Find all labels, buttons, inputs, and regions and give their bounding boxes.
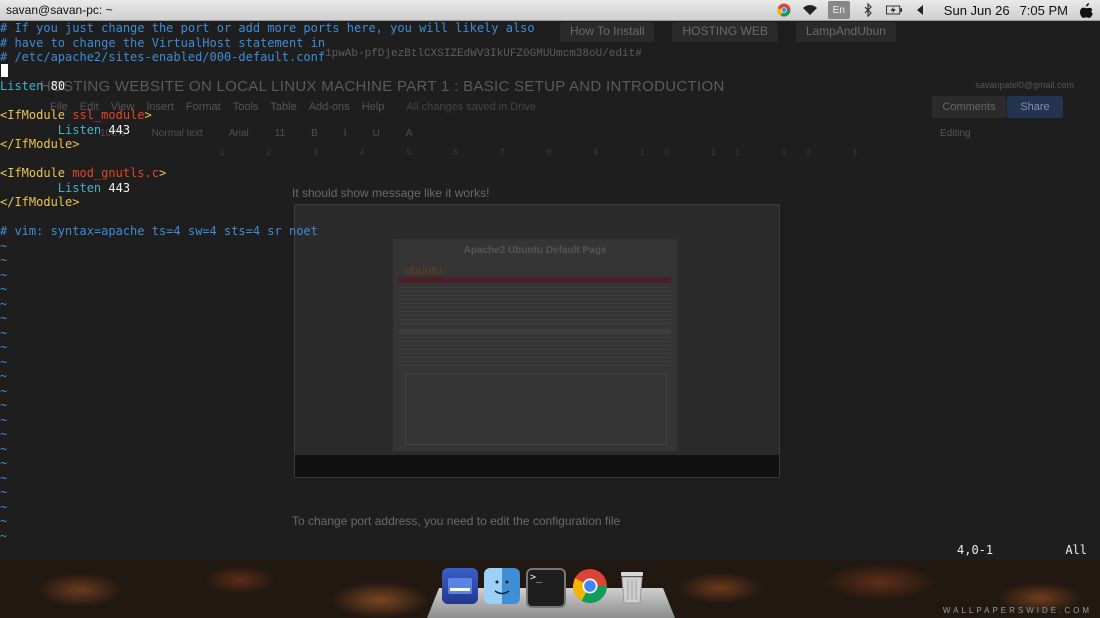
vim-line: # vim: syntax=apache ts=4 sw=4 sts=4 sr … bbox=[0, 224, 318, 239]
vim-line: <IfModule ssl_module> bbox=[0, 108, 152, 123]
empty-line-tilde: ~ bbox=[0, 499, 8, 514]
empty-line-tilde: ~ bbox=[0, 354, 8, 369]
files-icon[interactable] bbox=[442, 568, 478, 604]
empty-line-tilde: ~ bbox=[0, 456, 8, 470]
comment-text: # have to change the VirtualHost stateme… bbox=[0, 35, 326, 50]
cursor-position: 4,0-1 bbox=[957, 543, 994, 557]
port-value: 443 bbox=[108, 180, 131, 195]
wifi-icon[interactable] bbox=[802, 2, 818, 18]
empty-line-tilde: ~ bbox=[0, 470, 8, 485]
tag-close: > bbox=[144, 108, 152, 122]
window-title: savan@savan-pc: ~ bbox=[6, 3, 113, 17]
chrome-icon[interactable] bbox=[572, 568, 608, 604]
bluetooth-icon[interactable] bbox=[860, 2, 876, 18]
tag-close: > bbox=[158, 166, 167, 180]
vim-line: <IfModule mod_gnutls.c> bbox=[0, 166, 166, 181]
empty-line-tilde: ~ bbox=[0, 514, 8, 528]
finder-icon[interactable] bbox=[484, 568, 520, 604]
keyboard-language-indicator[interactable]: En bbox=[827, 1, 850, 19]
empty-line-tilde: ~ bbox=[0, 441, 8, 456]
empty-line-tilde: ~ bbox=[0, 325, 8, 340]
wallpaper-watermark: WALLPAPERSWIDE.COM bbox=[942, 606, 1092, 615]
vim-line: Listen 443 bbox=[0, 181, 130, 196]
empty-line-tilde: ~ bbox=[0, 412, 8, 427]
comment-text: # vim: syntax=apache ts=4 sw=4 sts=4 sr … bbox=[0, 224, 318, 238]
port-value: 80 bbox=[50, 79, 66, 93]
empty-line-tilde: ~ bbox=[0, 427, 8, 441]
empty-line-tilde: ~ bbox=[0, 296, 8, 311]
ifmodule-open-tag: <IfModule bbox=[0, 108, 66, 122]
vim-line: # /etc/apache2/sites-enabled/000-default… bbox=[0, 50, 325, 65]
dock: >_ bbox=[442, 568, 650, 608]
time-label[interactable]: 7:05 PM bbox=[1020, 3, 1068, 18]
vim-line: Listen 443 bbox=[0, 123, 130, 138]
terminal-icon[interactable]: >_ bbox=[526, 568, 566, 608]
port-value: 443 bbox=[108, 122, 131, 137]
volume-icon[interactable] bbox=[912, 2, 928, 18]
chrome-tray-icon[interactable] bbox=[776, 2, 792, 18]
system-tray: En Sun Jun 26 7:05 PM bbox=[776, 0, 1094, 20]
empty-line-tilde: ~ bbox=[0, 383, 8, 398]
listen-directive: Listen bbox=[0, 79, 44, 93]
module-name: mod_gnutls.c bbox=[72, 166, 159, 180]
empty-line-tilde: ~ bbox=[0, 267, 8, 282]
listen-directive: Listen bbox=[57, 180, 102, 195]
scroll-percent: All bbox=[1065, 543, 1087, 557]
vim-line: # have to change the VirtualHost stateme… bbox=[0, 36, 325, 51]
date-label[interactable]: Sun Jun 26 bbox=[944, 3, 1010, 18]
empty-line-tilde: ~ bbox=[0, 485, 8, 499]
vim-line: </IfModule> bbox=[0, 195, 79, 210]
ifmodule-open-tag: <IfModule bbox=[0, 166, 66, 180]
comment-text: # If you just change the port or add mor… bbox=[0, 21, 535, 35]
apple-icon[interactable] bbox=[1078, 2, 1094, 18]
ifmodule-close-tag: </IfModule> bbox=[0, 137, 80, 151]
vim-terminal[interactable]: # If you just change the port or add mor… bbox=[0, 20, 1100, 560]
empty-line-tilde: ~ bbox=[0, 340, 8, 354]
vim-line: # If you just change the port or add mor… bbox=[0, 21, 535, 36]
empty-line-tilde: ~ bbox=[0, 398, 8, 412]
empty-line-tilde: ~ bbox=[0, 282, 8, 296]
empty-line-tilde: ~ bbox=[0, 528, 8, 543]
text-cursor bbox=[1, 64, 8, 77]
empty-line-tilde: ~ bbox=[0, 253, 8, 267]
empty-line-tilde: ~ bbox=[0, 311, 8, 325]
battery-icon[interactable] bbox=[885, 2, 902, 18]
comment-text: # /etc/apache2/sites-enabled/000-default… bbox=[0, 50, 326, 64]
module-name: ssl_module bbox=[72, 108, 145, 122]
vim-line: Listen 80 bbox=[0, 79, 65, 94]
vim-line: </IfModule> bbox=[0, 137, 79, 152]
top-menubar: savan@savan-pc: ~ En Sun Jun 26 7:05 PM bbox=[0, 0, 1100, 21]
listen-directive: Listen bbox=[57, 122, 102, 137]
empty-line-tilde: ~ bbox=[0, 238, 8, 253]
ifmodule-close-tag: </IfModule> bbox=[0, 195, 80, 209]
trash-icon[interactable] bbox=[614, 568, 650, 604]
empty-line-tilde: ~ bbox=[0, 369, 8, 383]
